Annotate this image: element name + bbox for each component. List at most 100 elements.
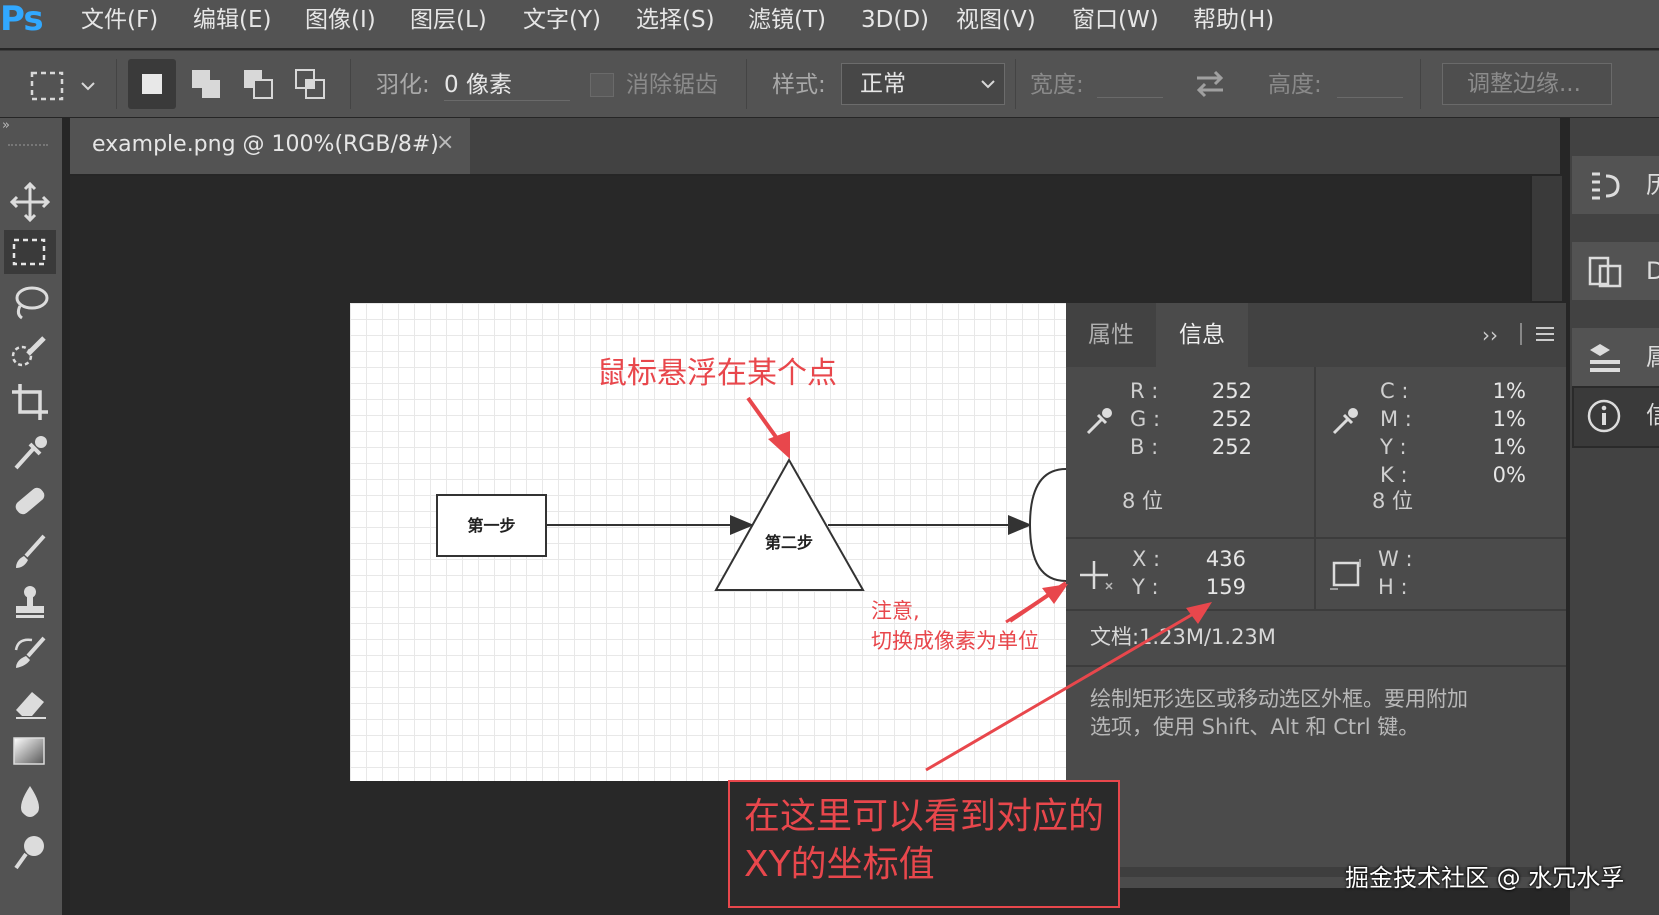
intersect-selection-button[interactable] bbox=[286, 59, 334, 109]
healing-brush-tool[interactable] bbox=[8, 480, 52, 524]
rect-marquee-icon bbox=[12, 238, 46, 266]
document-tab-title: example.png @ 100%(RGB/8#) bbox=[92, 132, 439, 157]
toolbar-grip[interactable] bbox=[8, 144, 48, 150]
tab-properties[interactable]: 属性 bbox=[1088, 303, 1134, 367]
brush-tool[interactable] bbox=[8, 530, 52, 574]
crosshair-icon[interactable] bbox=[1080, 559, 1116, 595]
cmyk-bit-depth: 8 位 bbox=[1372, 489, 1414, 513]
tool-hint-line1: 绘制矩形选区或移动选区外框。要用附加 bbox=[1090, 687, 1468, 711]
info-icon bbox=[1587, 399, 1621, 433]
menu-filter[interactable]: 滤镜(T) bbox=[748, 0, 826, 40]
properties-icon bbox=[1590, 344, 1620, 372]
drop-icon bbox=[21, 786, 39, 817]
close-tab-icon[interactable]: × bbox=[436, 128, 454, 158]
height-input[interactable] bbox=[1337, 97, 1403, 98]
style-select[interactable]: 正常 bbox=[841, 63, 1005, 105]
new-selection-button[interactable] bbox=[128, 59, 176, 109]
dock-device-label: D bbox=[1646, 257, 1659, 285]
menu-select[interactable]: 选择(S) bbox=[636, 0, 715, 40]
b-label: B : bbox=[1130, 435, 1159, 459]
menu-help[interactable]: 帮助(H) bbox=[1193, 0, 1274, 40]
menu-file[interactable]: 文件(F) bbox=[81, 0, 158, 40]
y-cmyk-value: 1% bbox=[1492, 435, 1526, 459]
watermark: 掘金技术社区 @ 水冗水孚 bbox=[1345, 864, 1625, 892]
width-label: 宽度: bbox=[1030, 72, 1084, 98]
rect-marquee-tool[interactable] bbox=[4, 230, 56, 274]
width-input[interactable] bbox=[1097, 97, 1163, 98]
stamp-icon bbox=[16, 586, 44, 618]
antialias-checkbox[interactable] bbox=[590, 73, 614, 97]
crop-tool[interactable] bbox=[8, 380, 52, 424]
menu-view[interactable]: 视图(V) bbox=[956, 0, 1036, 40]
refine-edge-button[interactable]: 调整边缘... bbox=[1442, 63, 1612, 105]
eyedropper-tool[interactable] bbox=[8, 430, 52, 474]
y-label: Y : bbox=[1132, 575, 1159, 599]
swap-arrows-icon bbox=[1196, 70, 1224, 98]
eraser-tool[interactable] bbox=[8, 680, 52, 724]
menu-image[interactable]: 图像(I) bbox=[305, 0, 376, 40]
crop-icon bbox=[12, 384, 48, 420]
gradient-tool[interactable] bbox=[8, 730, 52, 774]
add-selection-button[interactable] bbox=[182, 59, 230, 109]
x-label: X : bbox=[1132, 547, 1161, 571]
device-preview-icon bbox=[1588, 256, 1622, 288]
blur-tool[interactable] bbox=[8, 780, 52, 824]
feather-input[interactable]: 0 像素 bbox=[444, 70, 570, 101]
options-bar: 羽化: 0 像素 消除锯齿 样式: 正常 宽度: 高度: 调整边缘... bbox=[0, 50, 1659, 117]
tab-info[interactable]: 信息 bbox=[1156, 303, 1248, 367]
quick-selection-tool[interactable] bbox=[8, 330, 52, 374]
menu-layer[interactable]: 图层(L) bbox=[410, 0, 487, 40]
move-tool[interactable] bbox=[8, 180, 52, 224]
menu-type[interactable]: 文字(Y) bbox=[523, 0, 601, 40]
style-label: 样式: bbox=[772, 72, 826, 98]
panel-menu-icon[interactable] bbox=[1534, 325, 1556, 343]
dock-device[interactable]: D bbox=[1572, 242, 1659, 300]
selection-size-icon[interactable] bbox=[1328, 557, 1364, 593]
rect-marquee-icon bbox=[30, 71, 95, 101]
subtract-selection-button[interactable] bbox=[234, 59, 282, 109]
style-select-value: 正常 bbox=[860, 71, 906, 97]
gradient-icon bbox=[13, 737, 45, 765]
dock-history-label: 历 bbox=[1646, 171, 1659, 199]
menu-3d[interactable]: 3D(D) bbox=[861, 0, 929, 40]
swap-width-height-button[interactable] bbox=[1193, 67, 1227, 101]
clone-stamp-tool[interactable] bbox=[8, 580, 52, 624]
history-brush-tool[interactable] bbox=[8, 630, 52, 674]
dock-history[interactable]: 历 bbox=[1572, 156, 1659, 214]
rgb-bit-depth: 8 位 bbox=[1122, 489, 1164, 513]
dock-properties[interactable]: 属 bbox=[1572, 328, 1659, 386]
cmyk-eyedropper-icon[interactable] bbox=[1328, 403, 1362, 437]
dock-info-label: 信 bbox=[1646, 401, 1659, 429]
g-label: G : bbox=[1130, 407, 1161, 431]
history-brush-icon bbox=[14, 636, 46, 668]
feather-label: 羽化: bbox=[376, 72, 430, 98]
new-selection-icon bbox=[142, 74, 162, 94]
brush-icon bbox=[16, 534, 46, 568]
rgb-eyedropper-icon[interactable] bbox=[1082, 403, 1116, 437]
menu-bar: Ps 文件(F) 编辑(E) 图像(I) 图层(L) 文字(Y) 选择(S) 滤… bbox=[0, 0, 1659, 48]
workspace-scrollbar[interactable] bbox=[1532, 176, 1562, 301]
m-value: 1% bbox=[1492, 407, 1526, 431]
dock-properties-label: 属 bbox=[1646, 343, 1659, 371]
panel-expand-icon[interactable]: ›› bbox=[1482, 323, 1498, 347]
document-tab[interactable]: example.png @ 100%(RGB/8#) × bbox=[70, 118, 470, 174]
dock-info[interactable]: 信 bbox=[1572, 386, 1659, 448]
step3-partial-shape bbox=[1028, 468, 1066, 582]
w-label: W : bbox=[1378, 547, 1413, 571]
callout-line2: XY的坐标值 bbox=[744, 844, 935, 885]
dodge-icon bbox=[14, 836, 44, 870]
toolbar-collapse-icon[interactable]: » bbox=[0, 118, 64, 138]
dodge-tool[interactable] bbox=[8, 830, 52, 874]
marquee-tool-preset[interactable] bbox=[20, 65, 106, 105]
menu-edit[interactable]: 编辑(E) bbox=[193, 0, 271, 40]
menu-window[interactable]: 窗口(W) bbox=[1072, 0, 1159, 40]
lasso-tool[interactable] bbox=[8, 280, 52, 324]
eyedropper-icon bbox=[14, 436, 47, 470]
chevron-down-icon bbox=[981, 80, 995, 89]
g-value: 252 bbox=[1211, 407, 1252, 431]
step1-label: 第一步 bbox=[467, 516, 516, 535]
history-icon bbox=[1592, 172, 1620, 200]
document-canvas[interactable]: 第一步 第二步 鼠标悬浮在某个点 注意, 切换成像素为单位 bbox=[350, 303, 1066, 781]
y-cmyk-label: Y : bbox=[1380, 435, 1407, 459]
note-annotation-line1: 注意, bbox=[871, 599, 920, 623]
